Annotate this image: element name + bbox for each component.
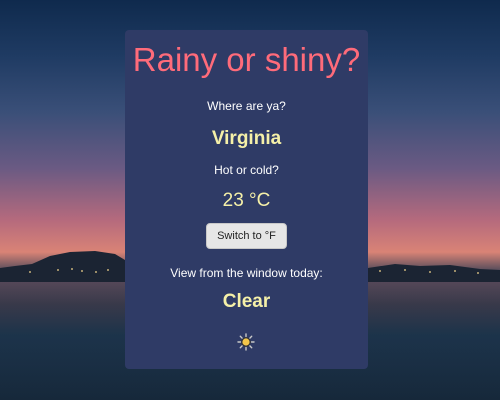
switch-unit-button[interactable]: Switch to °F xyxy=(206,223,287,249)
temperature-value: 23 °C xyxy=(222,190,271,211)
temperature-label: Hot or cold? xyxy=(214,163,279,177)
location-label: Where are ya? xyxy=(207,99,286,113)
location-value: Virginia xyxy=(211,128,282,149)
conditions-label: View from the window today: xyxy=(170,266,323,280)
sun-icon xyxy=(237,333,255,351)
weather-card: Rainy or shiny? Where are ya? Virginia H… xyxy=(125,30,368,369)
conditions-value: Clear xyxy=(222,291,271,312)
app-title: Rainy or shiny? xyxy=(132,41,361,78)
